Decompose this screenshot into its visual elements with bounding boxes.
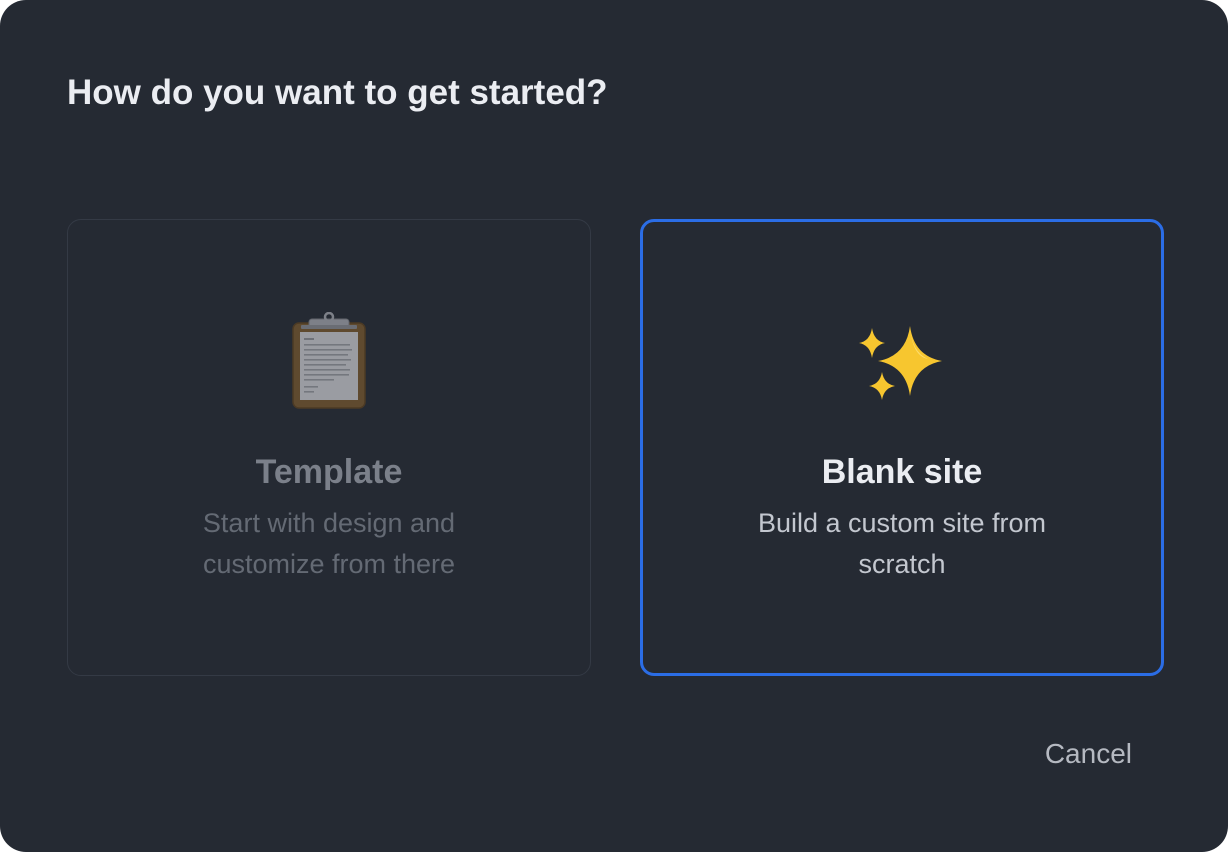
clipboard-icon — [279, 312, 379, 412]
blank-site-option-card[interactable]: Blank site Build a custom site from scra… — [640, 219, 1164, 676]
dialog-title: How do you want to get started? — [67, 73, 608, 112]
get-started-dialog: How do you want to get started? Template… — [0, 0, 1228, 852]
template-option-title: Template — [255, 453, 403, 491]
blank-site-option-description: Build a custom site from scratch — [757, 508, 1047, 579]
blank-site-option-title: Blank site — [821, 453, 983, 491]
sparkles-icon — [852, 314, 952, 414]
template-option-card[interactable]: Template Start with design and customize… — [67, 219, 591, 676]
template-option-description: Start with design and customize from the… — [202, 508, 456, 579]
cancel-button[interactable]: Cancel — [1045, 734, 1132, 774]
